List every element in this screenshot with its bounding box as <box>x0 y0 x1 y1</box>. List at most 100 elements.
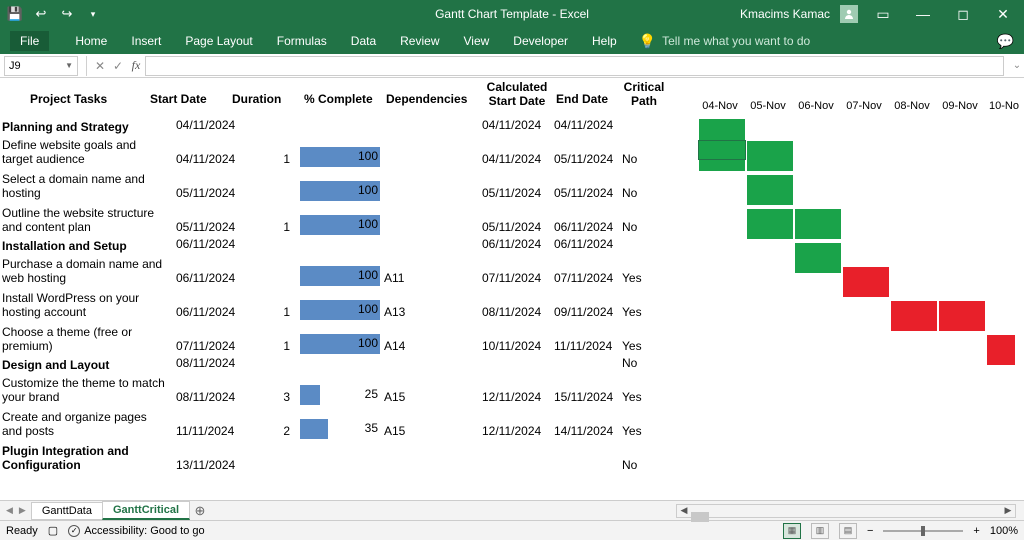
cell-critical[interactable]: No <box>622 186 662 200</box>
view-page-layout-icon[interactable]: ▥ <box>811 523 829 539</box>
cell-critical[interactable]: Yes <box>622 424 662 438</box>
gantt-cell-on-track[interactable] <box>746 208 794 240</box>
qat-customize-icon[interactable]: ▾ <box>84 9 102 20</box>
cell-start-date[interactable]: 11/11/2024 <box>176 424 244 438</box>
zoom-level[interactable]: 100% <box>990 525 1018 537</box>
cell-duration[interactable]: 3 <box>252 390 294 404</box>
minimize-icon[interactable]: — <box>908 6 938 22</box>
tab-page-layout[interactable]: Page Layout <box>183 31 254 51</box>
cell-task[interactable]: Purchase a domain name and web hosting <box>2 257 166 285</box>
cell-dependencies[interactable]: A11 <box>384 271 444 285</box>
cell-start-date[interactable]: 06/11/2024 <box>176 271 244 285</box>
gantt-cell-on-track[interactable] <box>794 242 842 274</box>
share-icon[interactable]: 💬 <box>997 33 1014 50</box>
tell-me[interactable]: 💡 Tell me what you want to do <box>639 33 811 50</box>
cell-critical[interactable]: Yes <box>622 271 662 285</box>
gantt-cell-critical[interactable] <box>938 300 986 332</box>
cell-calc-start[interactable]: 12/11/2024 <box>482 424 562 438</box>
cell-start-date[interactable]: 07/11/2024 <box>176 339 244 353</box>
cell-critical[interactable]: Yes <box>622 339 662 353</box>
cell-critical[interactable]: Yes <box>622 390 662 404</box>
user-avatar-icon[interactable] <box>840 5 858 23</box>
new-sheet-button[interactable]: ⊕ <box>190 503 210 519</box>
cell-critical[interactable]: No <box>622 152 662 166</box>
percent-complete-bar[interactable]: 100 <box>300 147 380 167</box>
tab-review[interactable]: Review <box>398 31 441 51</box>
cell-start-date[interactable]: 04/11/2024 <box>176 118 244 132</box>
percent-complete-bar[interactable]: 100 <box>300 300 380 320</box>
cell-start-date[interactable]: 05/11/2024 <box>176 186 244 200</box>
cell-task[interactable]: Install WordPress on your hosting accoun… <box>2 291 166 319</box>
cell-dependencies[interactable]: A13 <box>384 305 444 319</box>
gantt-cell-critical[interactable] <box>890 300 938 332</box>
name-box[interactable]: J9 ▼ <box>4 56 78 76</box>
user-name[interactable]: Kmacims Kamac <box>740 7 830 21</box>
cell-duration[interactable]: 2 <box>252 424 294 438</box>
prev-sheet-icon[interactable]: ◀ <box>6 505 13 516</box>
cell-critical[interactable]: No <box>622 220 662 234</box>
cell-task[interactable]: Planning and Strategy <box>2 120 166 134</box>
cell-calc-start[interactable]: 10/11/2024 <box>482 339 562 353</box>
cell-dependencies[interactable]: A15 <box>384 390 444 404</box>
percent-complete-bar[interactable]: 100 <box>300 266 380 286</box>
cell-task[interactable]: Design and Layout <box>2 358 166 372</box>
zoom-slider[interactable] <box>883 530 963 532</box>
table-row[interactable]: Select a domain name and hosting 05/11/20… <box>0 169 1024 203</box>
cell-calc-start[interactable]: 07/11/2024 <box>482 271 562 285</box>
cell-dependencies[interactable]: A14 <box>384 339 444 353</box>
sheet-tab-ganttdata[interactable]: GanttData <box>31 502 103 520</box>
table-row[interactable]: Define website goals and target audience… <box>0 135 1024 169</box>
percent-complete-bar[interactable]: 35 <box>300 419 380 439</box>
maximize-icon[interactable]: ◻ <box>948 6 978 23</box>
tab-insert[interactable]: Insert <box>129 31 163 51</box>
table-row[interactable]: Plugin Integration and Configuration13/1… <box>0 441 1024 475</box>
name-box-dropdown-icon[interactable]: ▼ <box>65 61 73 70</box>
zoom-thumb[interactable] <box>921 526 925 536</box>
formula-input[interactable] <box>145 56 1004 76</box>
table-row[interactable]: Planning and Strategy04/11/202404/11/202… <box>0 118 1024 135</box>
table-row[interactable]: Choose a theme (free or premium)07/11/20… <box>0 322 1024 356</box>
close-icon[interactable]: ✕ <box>988 6 1018 23</box>
cell-task[interactable]: Plugin Integration and Configuration <box>2 444 166 472</box>
table-row[interactable]: Customize the theme to match your brand 0… <box>0 373 1024 407</box>
cell-task[interactable]: Customize the theme to match your brand <box>2 376 166 404</box>
cell-calc-start[interactable]: 04/11/2024 <box>482 152 562 166</box>
cell-duration[interactable]: 1 <box>252 152 294 166</box>
table-row[interactable]: Installation and Setup 06/11/202406/11/20… <box>0 237 1024 254</box>
enter-formula-icon[interactable]: ✓ <box>109 59 127 73</box>
gantt-cell-on-track[interactable] <box>746 140 794 172</box>
cell-duration[interactable]: 1 <box>252 305 294 319</box>
cell-task[interactable]: Installation and Setup <box>2 239 166 253</box>
tab-data[interactable]: Data <box>349 31 378 51</box>
zoom-in-button[interactable]: + <box>973 525 979 537</box>
accessibility-status[interactable]: ✓ Accessibility: Good to go <box>68 525 204 537</box>
cell-task[interactable]: Select a domain name and hosting <box>2 172 166 200</box>
horizontal-scrollbar[interactable]: ◀ ▶ <box>676 504 1016 518</box>
percent-complete-bar[interactable]: 100 <box>300 215 380 235</box>
worksheet-grid[interactable]: Project Tasks Start Date Duration % Comp… <box>0 78 1024 500</box>
cell-task[interactable]: Outline the website structure and conten… <box>2 206 166 234</box>
cell-duration[interactable]: 1 <box>252 220 294 234</box>
save-icon[interactable]: 💾 <box>6 6 24 22</box>
gantt-cell-on-track[interactable] <box>794 208 842 240</box>
cell-start-date[interactable]: 06/11/2024 <box>176 305 244 319</box>
cell-critical[interactable]: No <box>622 458 662 472</box>
tab-formulas[interactable]: Formulas <box>275 31 329 51</box>
percent-complete-bar[interactable]: 100 <box>300 334 380 354</box>
view-normal-icon[interactable]: ▦ <box>783 523 801 539</box>
next-sheet-icon[interactable]: ▶ <box>19 505 26 516</box>
table-row[interactable]: Design and Layout08/11/2024No <box>0 356 1024 373</box>
redo-icon[interactable]: ↪ <box>58 6 76 22</box>
cell-start-date[interactable]: 08/11/2024 <box>176 390 244 404</box>
cell-task[interactable]: Create and organize pages and posts <box>2 410 166 438</box>
cell-calc-start[interactable]: 12/11/2024 <box>482 390 562 404</box>
fx-icon[interactable]: fx <box>127 58 145 73</box>
scroll-left-icon[interactable]: ◀ <box>677 505 691 516</box>
percent-complete-bar[interactable]: 100 <box>300 181 380 201</box>
table-row[interactable]: Outline the website structure and conten… <box>0 203 1024 237</box>
cell-task[interactable]: Define website goals and target audience <box>2 138 166 166</box>
cell-calc-start[interactable]: 06/11/2024 <box>482 237 562 251</box>
undo-icon[interactable]: ↩ <box>32 6 50 22</box>
tab-developer[interactable]: Developer <box>511 31 570 51</box>
cell-end-date[interactable]: 06/11/2024 <box>554 237 634 251</box>
